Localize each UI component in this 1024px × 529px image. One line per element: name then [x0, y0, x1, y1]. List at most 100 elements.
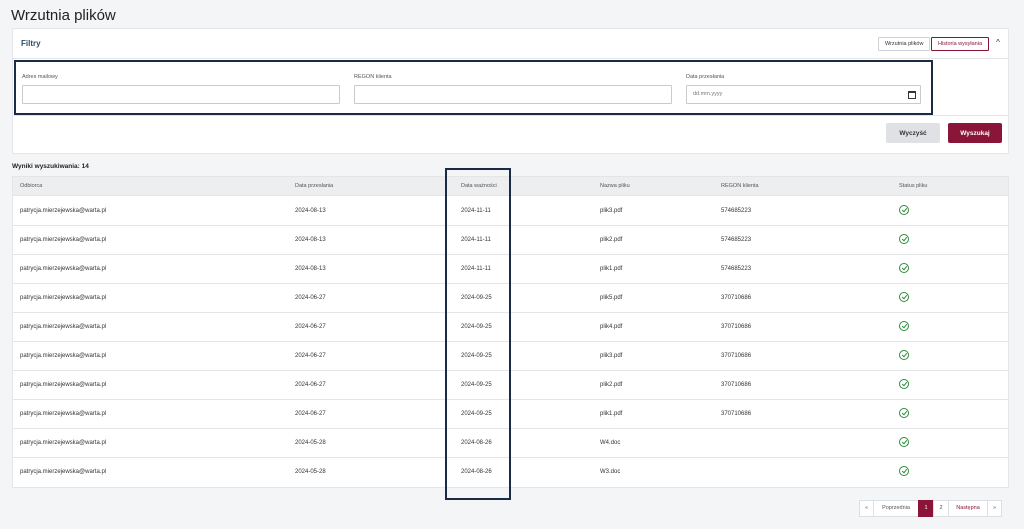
cell-file-name: W3.doc [600, 469, 621, 475]
cell-recipient: patrycja.mierzejewska@warta.pl [20, 382, 107, 388]
calendar-icon[interactable] [908, 91, 916, 99]
cell-file-name: plik2.pdf [600, 237, 623, 243]
table-row[interactable]: patrycja.mierzejewska@warta.pl 2024-06-2… [13, 284, 1008, 313]
cell-recipient: patrycja.mierzejewska@warta.pl [20, 440, 107, 446]
cell-file-name: plik4.pdf [600, 324, 623, 330]
cell-file-name: plik3.pdf [600, 208, 623, 214]
column-header-file-name[interactable]: Nazwa pliku [600, 183, 630, 189]
cell-expiry-date: 2024-11-11 [461, 237, 491, 243]
table-row[interactable]: patrycja.mierzejewska@warta.pl 2024-06-2… [13, 342, 1008, 371]
cell-file-name: W4.doc [600, 440, 621, 446]
upload-tab-button[interactable]: Wrzutnia plików [878, 37, 931, 51]
check-circle-icon [899, 379, 909, 389]
regon-field[interactable] [354, 85, 672, 104]
cell-sent-date: 2024-08-13 [295, 237, 326, 243]
cell-sent-date: 2024-06-27 [295, 295, 326, 301]
date-field[interactable]: dd.mm.yyyy [686, 85, 921, 104]
cell-expiry-date: 2024-11-11 [461, 208, 491, 214]
cell-recipient: patrycja.mierzejewska@warta.pl [20, 411, 107, 417]
cell-recipient: patrycja.mierzejewska@warta.pl [20, 469, 107, 475]
check-circle-icon [899, 350, 909, 360]
last-page-button[interactable]: » [987, 500, 1002, 517]
table-row[interactable]: patrycja.mierzejewska@warta.pl 2024-08-1… [13, 226, 1008, 255]
first-page-button[interactable]: « [859, 500, 874, 517]
cell-expiry-date: 2024-09-25 [461, 411, 492, 417]
table-row[interactable]: patrycja.mierzejewska@warta.pl 2024-05-2… [13, 429, 1008, 458]
email-field[interactable] [22, 85, 340, 104]
date-placeholder: dd.mm.yyyy [693, 91, 723, 97]
cell-expiry-date: 2024-09-25 [461, 353, 492, 359]
cell-recipient: patrycja.mierzejewska@warta.pl [20, 266, 107, 272]
date-label: Data przesłania [686, 74, 725, 80]
page-2-button[interactable]: 2 [933, 500, 949, 517]
cell-expiry-date: 2024-11-11 [461, 266, 491, 272]
cell-file-name: plik1.pdf [600, 266, 623, 272]
table-row[interactable]: patrycja.mierzejewska@warta.pl 2024-06-2… [13, 371, 1008, 400]
cell-recipient: patrycja.mierzejewska@warta.pl [20, 324, 107, 330]
cell-regon: 370710686 [721, 382, 752, 388]
cell-sent-date: 2024-05-28 [295, 469, 326, 475]
cell-recipient: patrycja.mierzejewska@warta.pl [20, 208, 107, 214]
check-circle-icon [899, 205, 909, 215]
cell-regon: 574685223 [721, 237, 752, 243]
cell-sent-date: 2024-06-27 [295, 324, 326, 330]
check-circle-icon [899, 437, 909, 447]
search-button[interactable]: Wyszukaj [948, 123, 1002, 143]
table-row[interactable]: patrycja.mierzejewska@warta.pl 2024-06-2… [13, 400, 1008, 429]
cell-sent-date: 2024-08-13 [295, 266, 326, 272]
check-circle-icon [899, 234, 909, 244]
page-1-button[interactable]: 1 [918, 500, 934, 517]
page-title: Wrzutnia plików [11, 7, 116, 24]
filters-panel: Filtry Wrzutnia plików Historia wysyłani… [12, 28, 1009, 154]
history-tab-button[interactable]: Historia wysyłania [931, 37, 990, 51]
cell-recipient: patrycja.mierzejewska@warta.pl [20, 237, 107, 243]
cell-regon: 574685223 [721, 208, 752, 214]
cell-expiry-date: 2024-09-25 [461, 295, 492, 301]
check-circle-icon [899, 292, 909, 302]
column-header-sent-date[interactable]: Data przesłania [295, 183, 333, 189]
column-header-recipient[interactable]: Odbiorca [20, 183, 42, 189]
cell-recipient: patrycja.mierzejewska@warta.pl [20, 353, 107, 359]
column-header-file-status[interactable]: Status pliku [899, 183, 927, 189]
chevron-up-icon[interactable]: ^ [993, 38, 1003, 48]
cell-regon: 370710686 [721, 411, 752, 417]
cell-expiry-date: 2024-08-26 [461, 440, 492, 446]
cell-regon: 574685223 [721, 266, 752, 272]
table-row[interactable]: patrycja.mierzejewska@warta.pl 2024-08-1… [13, 197, 1008, 226]
cell-recipient: patrycja.mierzejewska@warta.pl [20, 295, 107, 301]
cell-expiry-date: 2024-08-26 [461, 469, 492, 475]
filters-title: Filtry [21, 39, 41, 48]
cell-sent-date: 2024-05-28 [295, 440, 326, 446]
table-row[interactable]: patrycja.mierzejewska@warta.pl 2024-08-1… [13, 255, 1008, 284]
pagination: « Poprzednia 1 2 Następna » [859, 500, 1002, 517]
cell-file-name: plik1.pdf [600, 411, 623, 417]
cell-sent-date: 2024-06-27 [295, 382, 326, 388]
check-circle-icon [899, 466, 909, 476]
cell-regon: 370710686 [721, 353, 752, 359]
clear-button[interactable]: Wyczyść [886, 123, 940, 143]
cell-expiry-date: 2024-09-25 [461, 324, 492, 330]
next-page-button[interactable]: Następna [948, 500, 988, 517]
table-row[interactable]: patrycja.mierzejewska@warta.pl 2024-05-2… [13, 458, 1008, 487]
results-count: Wyniki wyszukiwania: 14 [12, 163, 89, 170]
filters-header: Filtry Wrzutnia plików Historia wysyłani… [13, 29, 1008, 59]
check-circle-icon [899, 263, 909, 273]
previous-page-button[interactable]: Poprzednia [873, 500, 919, 517]
check-circle-icon [899, 408, 909, 418]
check-circle-icon [899, 321, 909, 331]
cell-sent-date: 2024-06-27 [295, 411, 326, 417]
cell-file-name: plik2.pdf [600, 382, 623, 388]
column-header-expiry-date[interactable]: Data ważności [461, 183, 497, 189]
filters-fields: Adres mailowy REGON klienta Data przesła… [14, 60, 933, 115]
cell-regon: 370710686 [721, 295, 752, 301]
cell-file-name: plik5.pdf [600, 295, 623, 301]
email-label: Adres mailowy [22, 74, 58, 80]
regon-label: REGON klienta [354, 74, 392, 80]
results-table: Odbiorca Data przesłania Data ważności N… [12, 176, 1009, 488]
column-header-regon[interactable]: REGON klienta [721, 183, 759, 189]
cell-expiry-date: 2024-09-25 [461, 382, 492, 388]
table-header: Odbiorca Data przesłania Data ważności N… [13, 177, 1008, 196]
cell-sent-date: 2024-06-27 [295, 353, 326, 359]
cell-file-name: plik3.pdf [600, 353, 623, 359]
table-row[interactable]: patrycja.mierzejewska@warta.pl 2024-06-2… [13, 313, 1008, 342]
